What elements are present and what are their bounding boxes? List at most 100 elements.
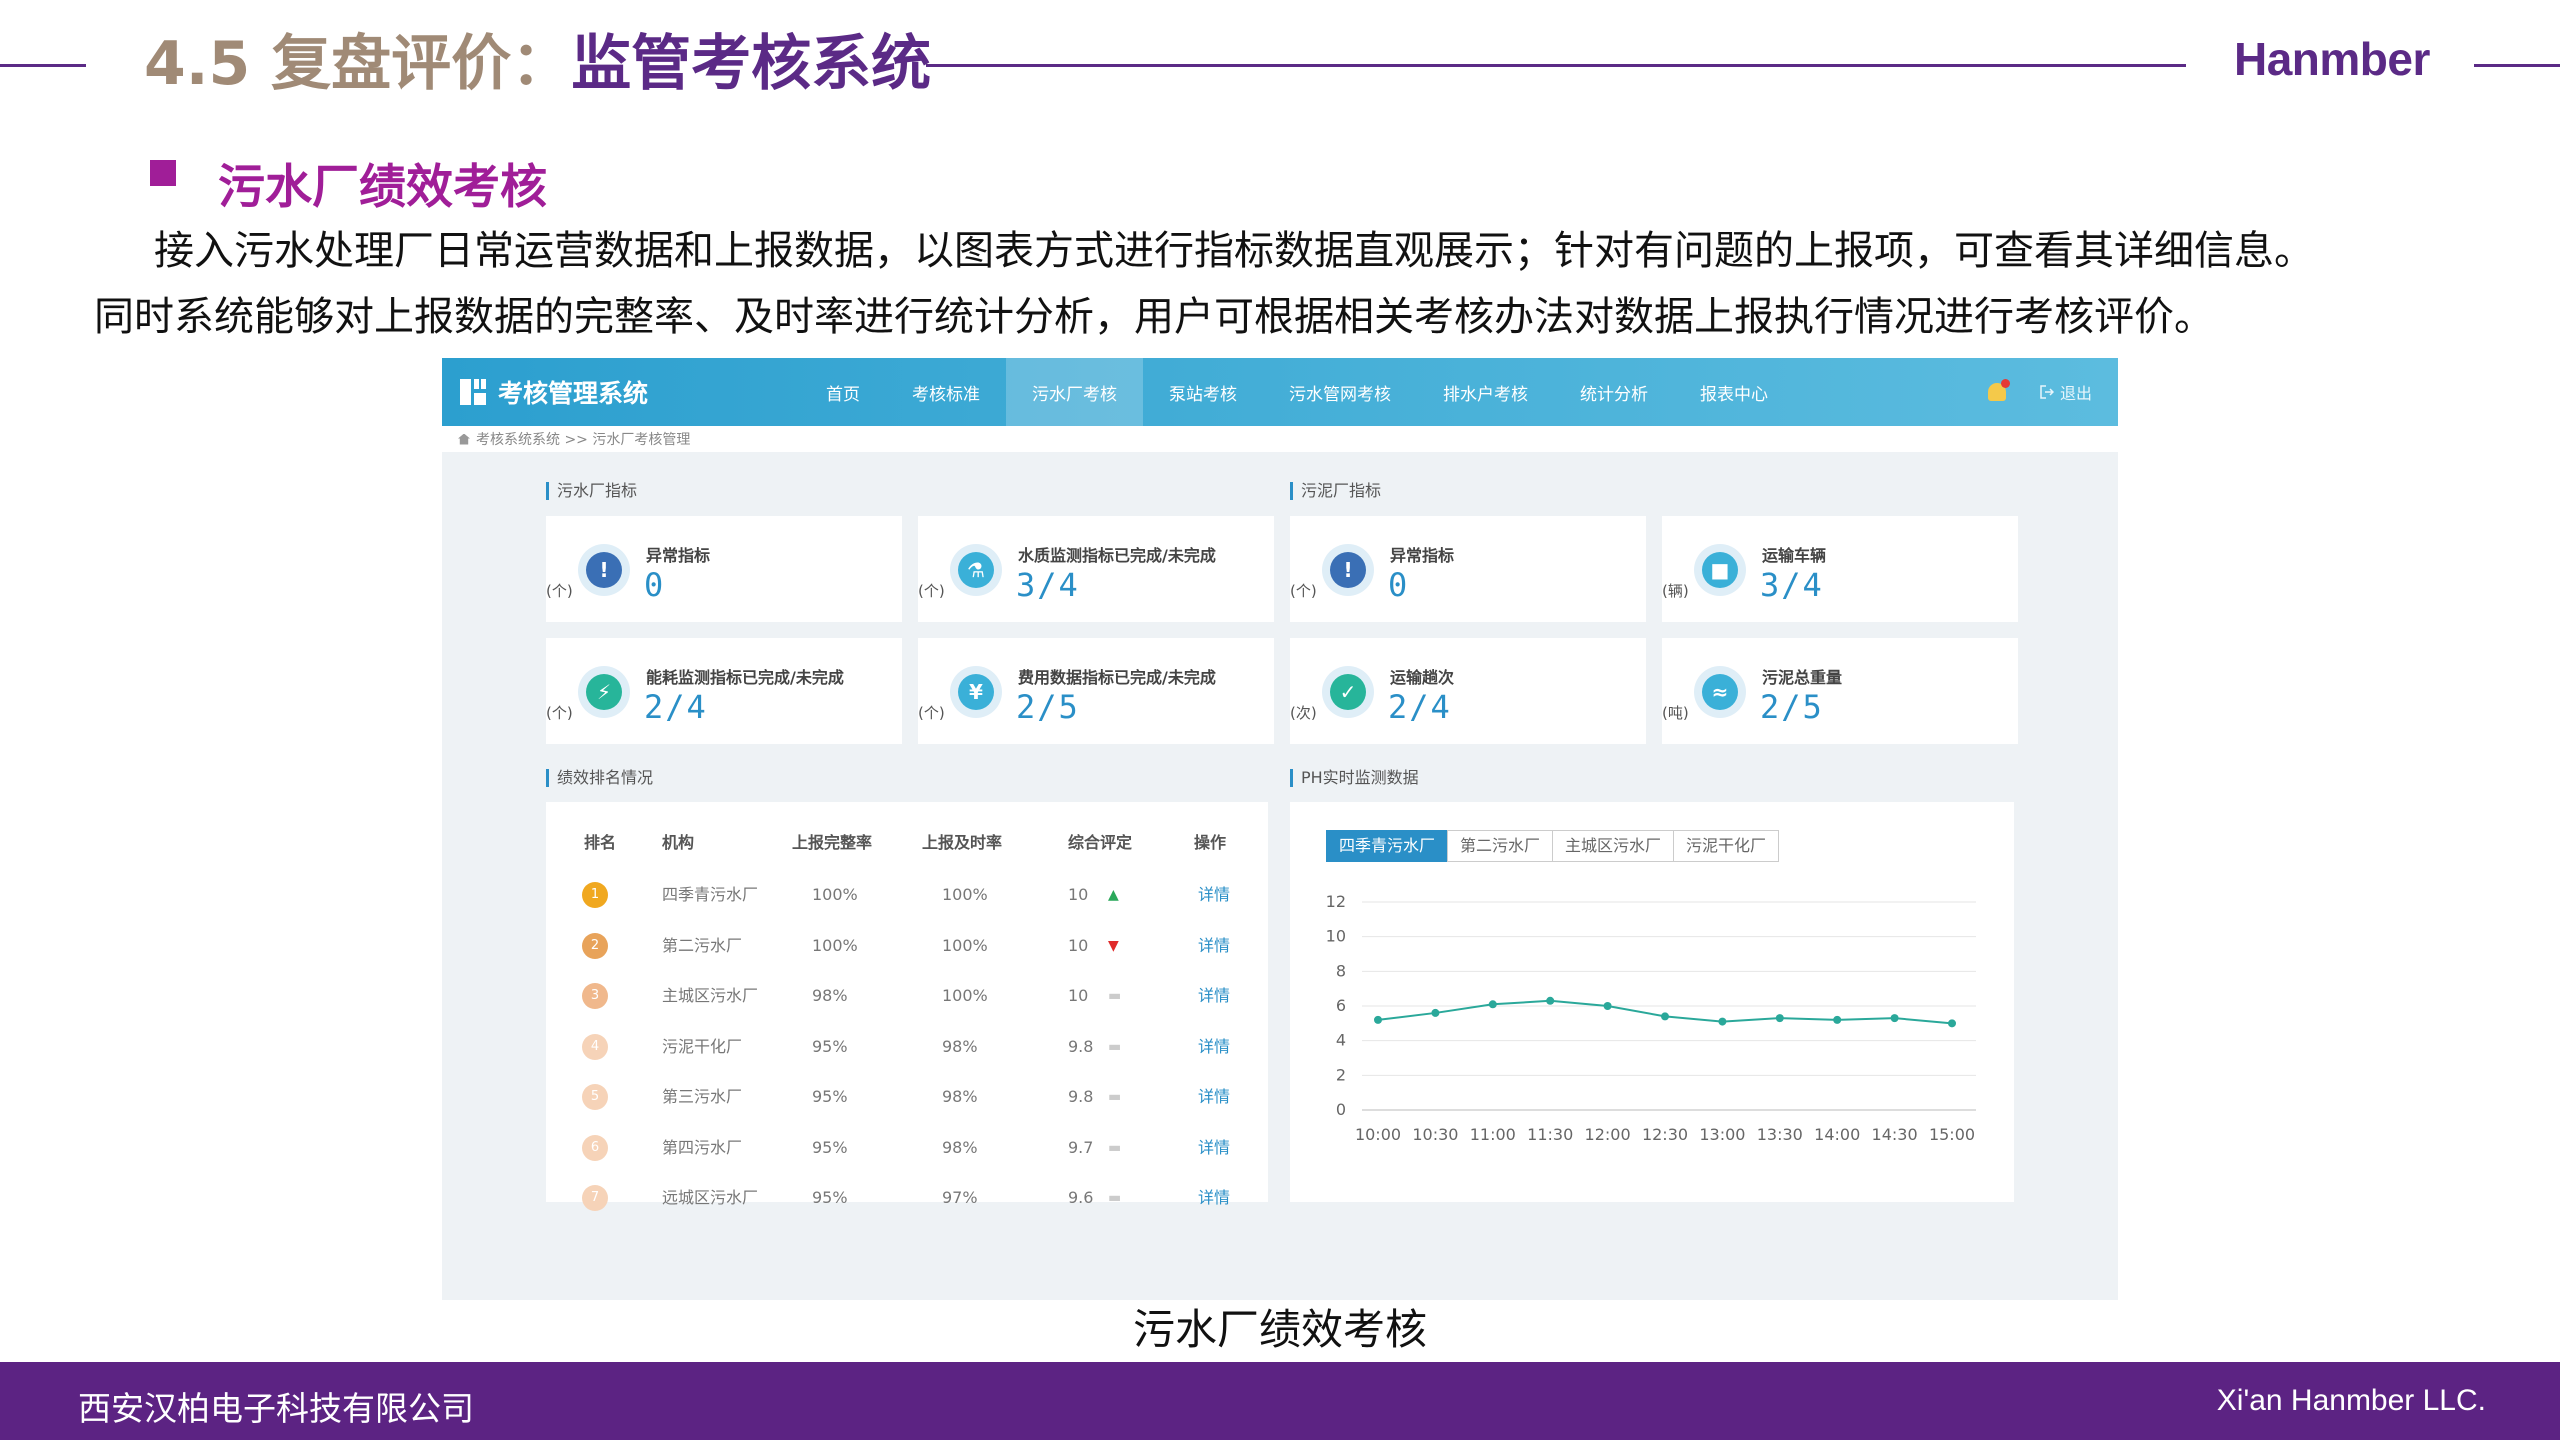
sludge-weight-icon: ≈ <box>1702 674 1738 710</box>
ph-tab-1[interactable]: 第二污水厂 <box>1447 830 1554 862</box>
delivery-icon-wrap: ✓ <box>1322 666 1374 718</box>
description: 接入污水处理厂日常运营数据和上报数据，以图表方式进行指标数据直观展示；针对有问题… <box>94 218 2514 350</box>
trend-flat-icon: ▬ <box>1108 1038 1122 1055</box>
ph-data-point[interactable] <box>1431 1008 1440 1017</box>
app-brand-label: 考核管理系统 <box>498 379 649 408</box>
rank-badge: 1 <box>582 882 608 908</box>
sludge-card-3[interactable]: ≈ 污泥总重量 2/5 (吨) <box>1662 638 2018 744</box>
app-navbar: 考核管理系统 首页 考核标准 污水厂考核 泵站考核 污水管网考核 排水户考核 统计分析 报表中… <box>442 358 2118 426</box>
detail-link[interactable]: 详情 <box>1198 1082 1230 1112</box>
ph-data-point[interactable] <box>1833 1015 1842 1024</box>
score: 10 <box>1068 935 1089 955</box>
ph-data-point[interactable] <box>1661 1012 1669 1021</box>
description-line-1: 接入污水处理厂日常运营数据和上报数据，以图表方式进行指标数据直观展示；针对有问题… <box>154 228 2314 274</box>
table-row: 6 第四污水厂 95% 98% 9.7 ▬ 详情 <box>546 1133 1268 1163</box>
card-unit: (辆) <box>1662 582 1689 600</box>
wwtp-card-3[interactable]: ¥ 费用数据指标已完成/未完成 2/5 (个) <box>918 638 1274 744</box>
card-label: 运输趟次 <box>1390 668 1455 687</box>
ph-data-point[interactable] <box>1603 1002 1612 1010</box>
nav-item-7[interactable]: 报表中心 <box>1674 358 1794 426</box>
card-unit: (个) <box>546 704 573 722</box>
wwtp-card-2[interactable]: ⚡ 能耗监测指标已完成/未完成 2/4 (个) <box>546 638 902 744</box>
ph-data-point[interactable] <box>1890 1014 1899 1023</box>
x-tick-label: 15:00 <box>1929 1125 1975 1144</box>
table-row: 1 四季青污水厂 100% 100% 10 ▲ 详情 <box>546 880 1268 910</box>
ph-data-point[interactable] <box>1546 996 1555 1005</box>
x-tick-label: 13:30 <box>1757 1125 1803 1144</box>
ranking-header-4: 综合评定 <box>1068 833 1133 852</box>
warning-icon: ! <box>1330 552 1366 588</box>
detail-link[interactable]: 详情 <box>1198 880 1230 910</box>
ph-tab-2[interactable]: 主城区污水厂 <box>1552 830 1675 862</box>
trend-flat-icon: ▬ <box>1108 988 1122 1004</box>
detail-link[interactable]: 详情 <box>1198 1032 1230 1062</box>
ph-data-point[interactable] <box>1775 1014 1784 1023</box>
nav-item-4[interactable]: 污水管网考核 <box>1263 358 1417 426</box>
wwtp-card-0[interactable]: ! 异常指标 0 (个) <box>546 516 902 622</box>
home-icon[interactable] <box>458 433 470 445</box>
y-tick-label: 2 <box>1336 1065 1346 1084</box>
card-label: 异常指标 <box>646 546 711 565</box>
card-label: 运输车辆 <box>1762 546 1827 565</box>
rank-badge: 3 <box>582 983 608 1009</box>
ph-data-point[interactable] <box>1718 1017 1727 1026</box>
sludge-group-title: 污泥厂指标 <box>1290 482 1381 500</box>
ph-data-point[interactable] <box>1488 1000 1497 1009</box>
nav-item-0[interactable]: 首页 <box>800 358 886 426</box>
score: 9.6 <box>1068 1188 1094 1207</box>
header-rule-left <box>0 64 86 67</box>
card-unit: (个) <box>918 704 945 722</box>
nav-item-1[interactable]: 考核标准 <box>886 358 1006 426</box>
nav-item-3[interactable]: 泵站考核 <box>1143 358 1263 426</box>
ranking-header-1: 机构 <box>662 833 695 852</box>
logout-icon <box>2040 385 2054 399</box>
detail-link[interactable]: 详情 <box>1198 1183 1230 1213</box>
detail-link[interactable]: 详情 <box>1198 931 1230 961</box>
detail-link[interactable]: 详情 <box>1198 1133 1230 1163</box>
card-unit: (个) <box>918 582 945 600</box>
nav-item-6[interactable]: 统计分析 <box>1554 358 1674 426</box>
rank-badge: 7 <box>582 1185 608 1211</box>
nav-item-2[interactable]: 污水厂考核 <box>1006 358 1143 426</box>
trend-flat-icon: ▬ <box>1108 1190 1122 1206</box>
complete-rate: 95% <box>812 1087 848 1106</box>
notification-bell-icon[interactable] <box>1987 379 2010 401</box>
card-label: 能耗监测指标已完成/未完成 <box>646 668 844 687</box>
y-tick-label: 12 <box>1326 892 1346 911</box>
card-label: 水质监测指标已完成/未完成 <box>1018 546 1216 565</box>
warning-icon: ! <box>586 552 622 588</box>
wwtp-card-1[interactable]: ⚗ 水质监测指标已完成/未完成 3/4 (个) <box>918 516 1274 622</box>
nav-item-5[interactable]: 排水户考核 <box>1417 358 1554 426</box>
sludge-card-0[interactable]: ! 异常指标 0 (个) <box>1290 516 1646 622</box>
complete-rate: 95% <box>812 1188 848 1207</box>
timely-rate: 100% <box>942 935 988 955</box>
app-brand[interactable]: 考核管理系统 <box>460 358 648 426</box>
rank-badge: 6 <box>582 1134 608 1161</box>
detail-link[interactable]: 详情 <box>1198 981 1230 1011</box>
sludge-card-2[interactable]: ✓ 运输趟次 2/4 (次) <box>1290 638 1646 744</box>
ranking-header-5: 操作 <box>1194 833 1227 852</box>
ph-data-point[interactable] <box>1948 1019 1956 1028</box>
score: 9.8 <box>1068 1087 1094 1106</box>
ph-tab-0[interactable]: 四季青污水厂 <box>1326 830 1449 862</box>
ph-tab-3[interactable]: 污泥干化厂 <box>1673 830 1780 862</box>
complete-rate: 100% <box>812 935 858 955</box>
x-tick-label: 12:30 <box>1642 1125 1688 1144</box>
org-name: 污泥干化厂 <box>662 1036 743 1056</box>
main-nav: 首页 考核标准 污水厂考核 泵站考核 污水管网考核 排水户考核 统计分析 报表中心 <box>800 358 1794 426</box>
timely-rate: 98% <box>942 1137 978 1157</box>
card-value: 0 <box>644 566 666 604</box>
sludge-card-1[interactable]: ■ 运输车辆 3/4 (辆) <box>1662 516 2018 622</box>
trend-flat-icon: ▬ <box>1108 1139 1122 1156</box>
ph-panel: 四季青污水厂 第二污水厂 主城区污水厂 污泥干化厂 0 2 4 6 8 10 12 10:00 10:… <box>1290 802 2014 1202</box>
ph-data-point[interactable] <box>1374 1015 1382 1024</box>
money-bag-icon-wrap: ¥ <box>950 666 1002 718</box>
rank-badge: 5 <box>582 1084 608 1110</box>
y-tick-label: 4 <box>1336 1031 1346 1050</box>
app-screenshot: 考核管理系统 首页 考核标准 污水厂考核 泵站考核 污水管网考核 排水户考核 统计分析 报表中… <box>442 358 2118 1300</box>
score: 9.8 <box>1068 1036 1094 1056</box>
timely-rate: 100% <box>942 986 988 1005</box>
logout-button[interactable]: 退出 <box>2040 380 2092 404</box>
org-name: 第三污水厂 <box>662 1087 743 1106</box>
card-value: 0 <box>1388 566 1410 604</box>
